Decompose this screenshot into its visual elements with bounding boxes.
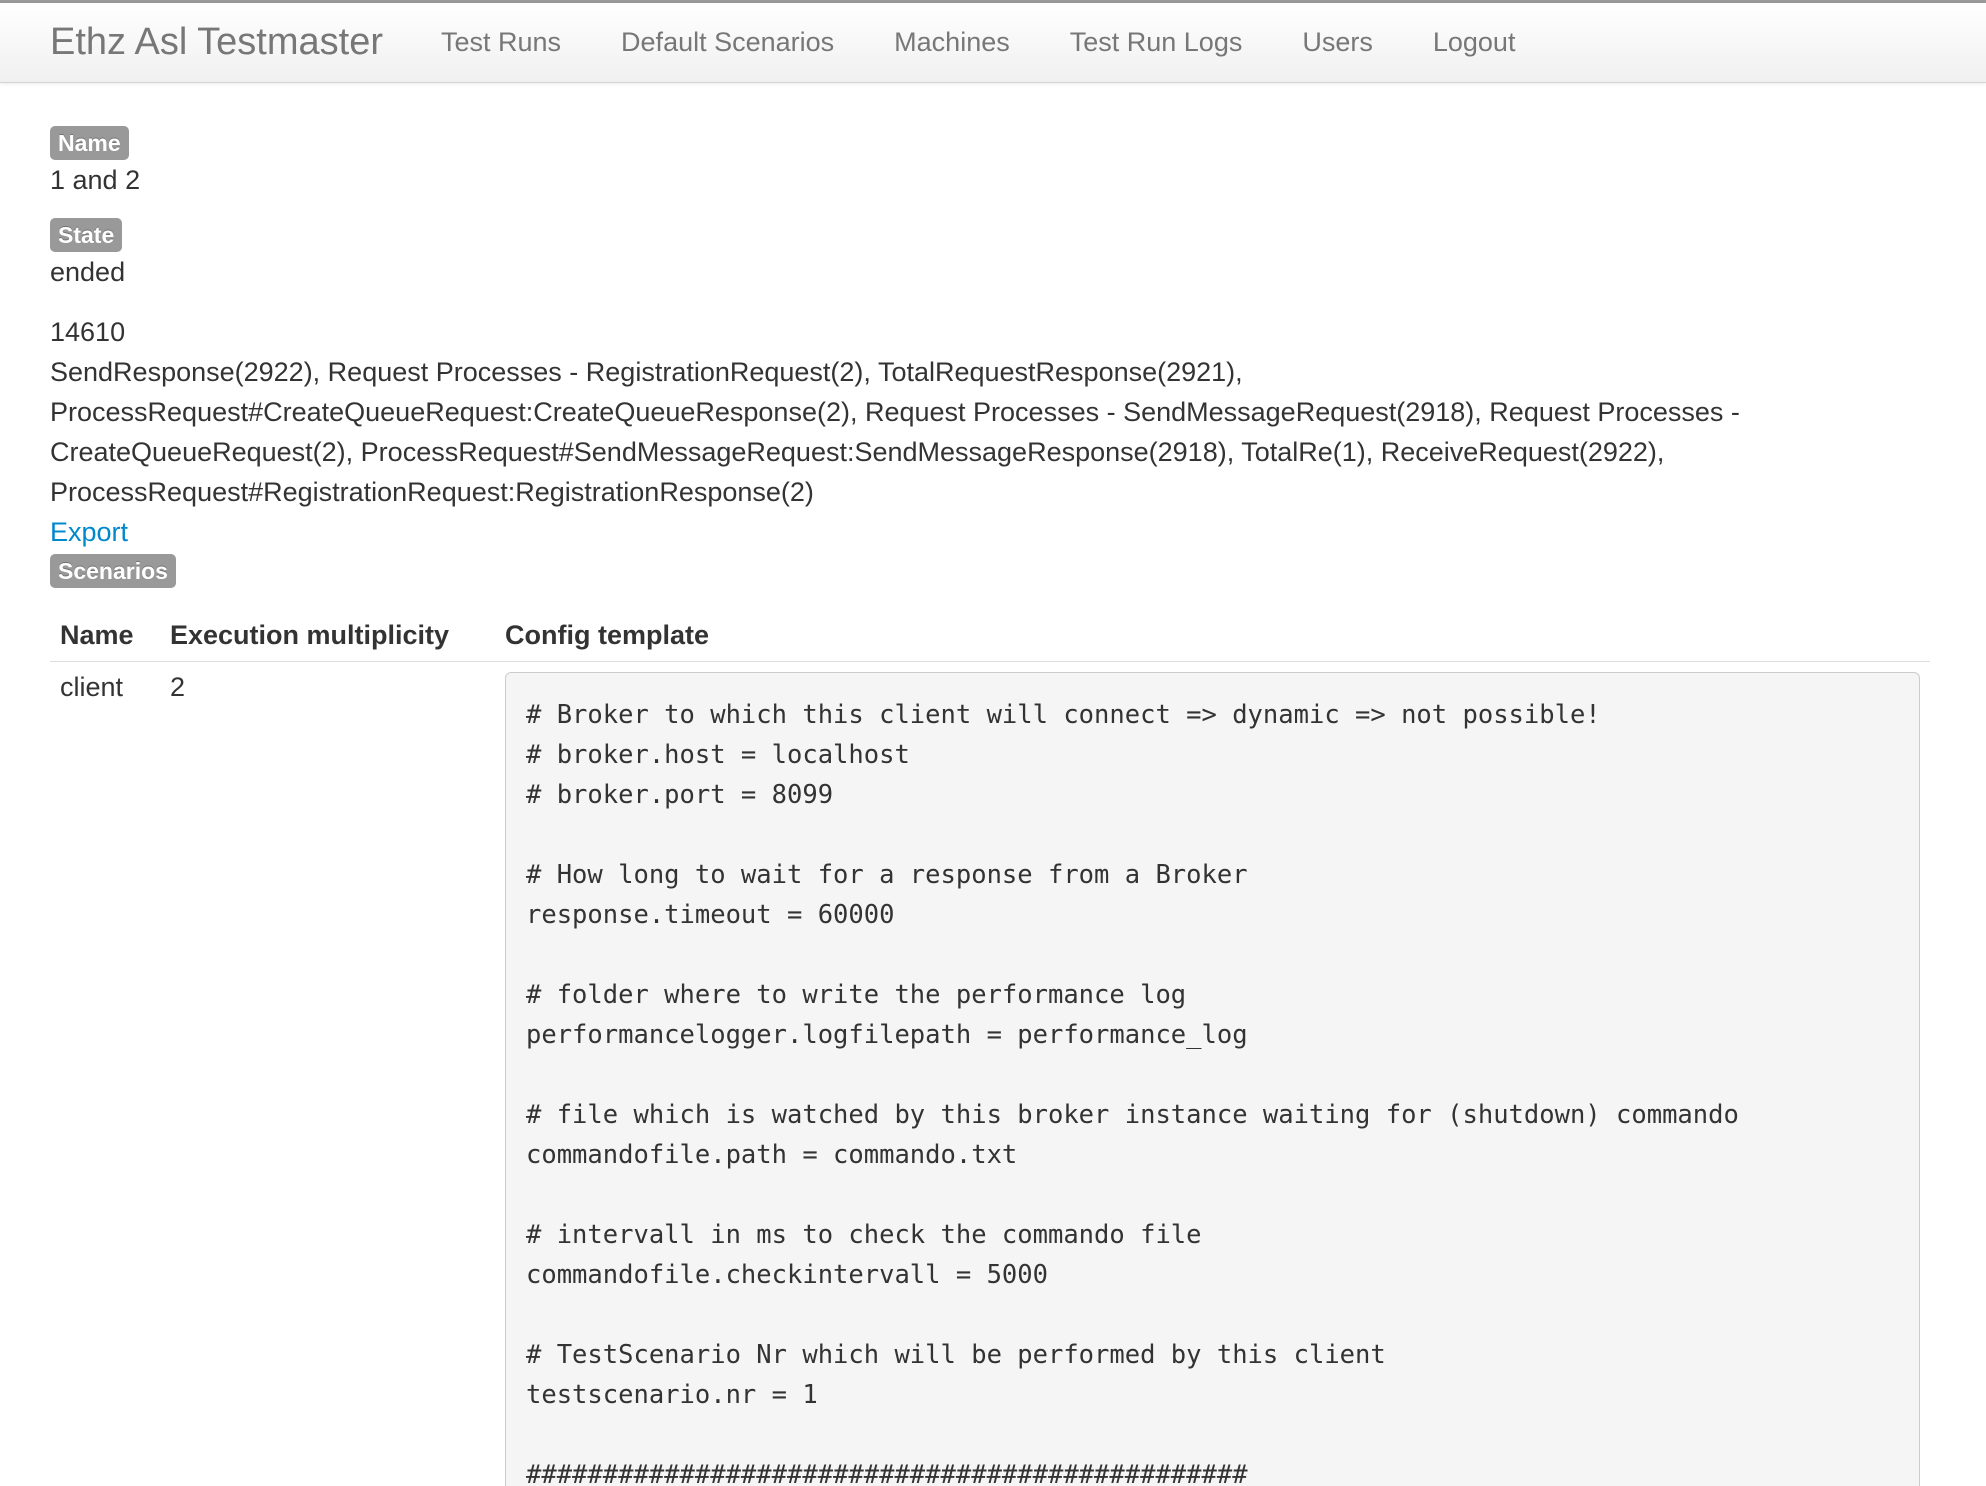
test-run-name: 1 and 2 bbox=[50, 165, 141, 195]
table-row: client 2 # Broker to which this client w… bbox=[50, 662, 1930, 1486]
nav-test-run-logs[interactable]: Test Run Logs bbox=[1040, 27, 1273, 58]
request-count: 14610 bbox=[50, 317, 126, 347]
request-summary: SendResponse(2922), Request Processes - … bbox=[50, 357, 1740, 507]
nav-users[interactable]: Users bbox=[1272, 27, 1403, 58]
column-header-config-template: Config template bbox=[495, 610, 1930, 662]
scenarios-label: Scenarios bbox=[50, 554, 176, 588]
export-link[interactable]: Export bbox=[50, 517, 128, 547]
column-header-name: Name bbox=[50, 610, 160, 662]
state-label: State bbox=[50, 218, 123, 252]
scenarios-table: Name Execution multiplicity Config templ… bbox=[50, 610, 1930, 1486]
test-run-state: ended bbox=[50, 257, 126, 287]
config-template-code: # Broker to which this client will conne… bbox=[505, 672, 1920, 1486]
navbar: Ethz Asl Testmaster Test Runs Default Sc… bbox=[0, 3, 1986, 83]
scenario-name: client bbox=[60, 672, 124, 702]
name-label: Name bbox=[50, 126, 129, 160]
scenario-multiplicity: 2 bbox=[170, 672, 186, 702]
brand[interactable]: Ethz Asl Testmaster bbox=[50, 21, 383, 64]
main-content: Name 1 and 2 State ended 14610 SendRespo… bbox=[10, 84, 1986, 1486]
nav-machines[interactable]: Machines bbox=[864, 27, 1040, 58]
column-header-execution-multiplicity: Execution multiplicity bbox=[160, 610, 495, 662]
nav-test-runs[interactable]: Test Runs bbox=[411, 27, 591, 58]
nav-logout[interactable]: Logout bbox=[1403, 27, 1546, 58]
nav-default-scenarios[interactable]: Default Scenarios bbox=[591, 27, 864, 58]
table-header-row: Name Execution multiplicity Config templ… bbox=[50, 610, 1930, 662]
scenario-config-cell: # Broker to which this client will conne… bbox=[495, 662, 1930, 1486]
